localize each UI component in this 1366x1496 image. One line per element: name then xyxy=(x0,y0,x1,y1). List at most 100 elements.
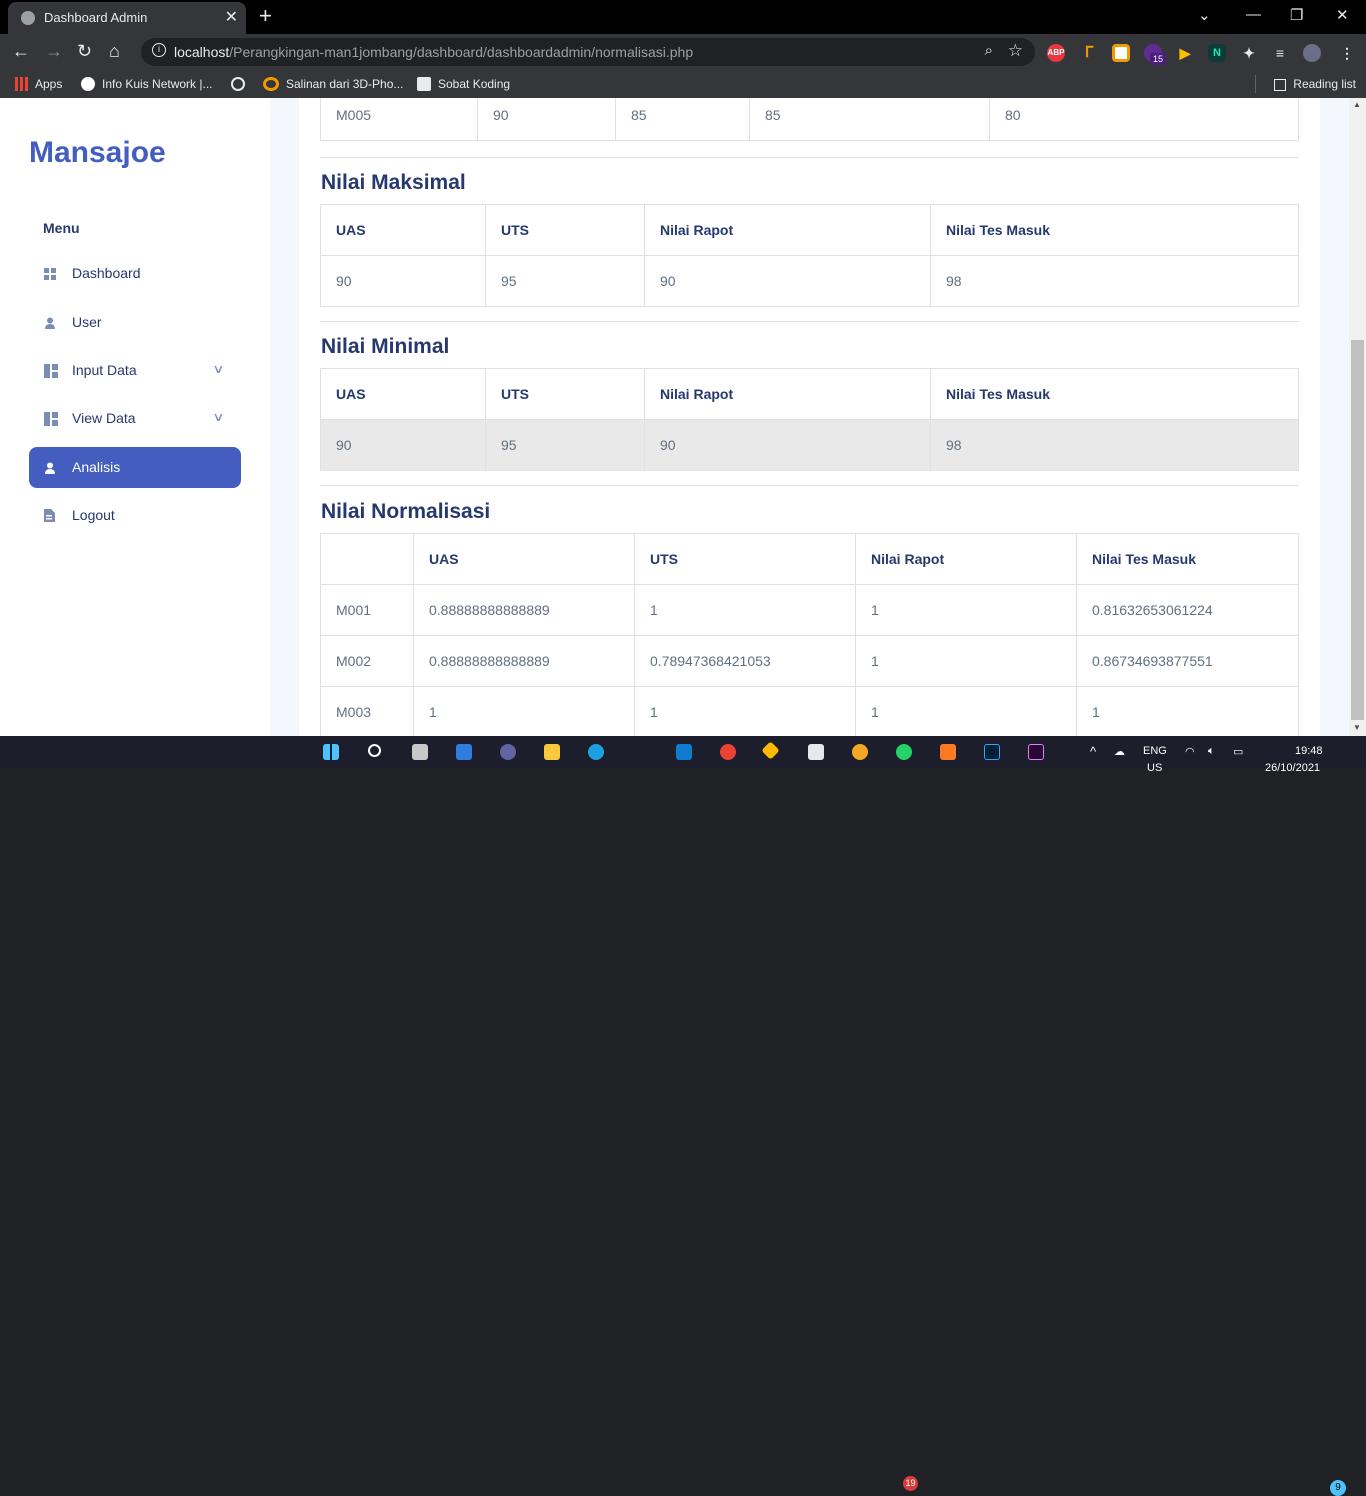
adblock-extension-icon[interactable]: ABP xyxy=(1047,44,1065,62)
table-header-row: UAS UTS Nilai Rapot Nilai Tes Masuk xyxy=(320,204,1299,256)
wordpress-icon xyxy=(81,77,95,91)
clock-time[interactable]: 19:48 xyxy=(1295,745,1323,757)
chevron-down-icon: ∨ xyxy=(212,362,225,376)
scroll-down-arrow-icon[interactable]: ▼ xyxy=(1353,723,1361,732)
volume-icon[interactable]: 🔈︎ xyxy=(1208,745,1215,758)
bookmark-info-kuis[interactable]: Info Kuis Network |... xyxy=(81,77,213,91)
bookmark-salinan[interactable]: Salinan dari 3D-Pho... xyxy=(263,77,403,91)
avatar[interactable] xyxy=(1303,44,1321,62)
table-cell: M005 xyxy=(320,98,478,141)
search-icon[interactable] xyxy=(368,744,381,757)
taskbar: 19 ^ ☁ ENG US ◠ 🔈︎ ▭ 19:48 26/10/2021 9 xyxy=(0,736,1366,1496)
xampp-icon[interactable] xyxy=(940,744,956,760)
column-header: UAS xyxy=(320,204,486,256)
app-icon[interactable] xyxy=(852,744,868,760)
divider xyxy=(320,321,1299,322)
photoshop-icon[interactable] xyxy=(984,744,1000,760)
browser-tab[interactable]: Dashboard Admin ✕ xyxy=(8,2,246,34)
table-cell: 0.78947368421053 xyxy=(634,635,856,687)
cloud-icon[interactable]: ☁ xyxy=(1114,745,1125,758)
nilai-minimal-table: UAS UTS Nilai Rapot Nilai Tes Masuk 90 9… xyxy=(320,368,1299,471)
column-header: Nilai Tes Masuk xyxy=(930,204,1299,256)
file-explorer-icon[interactable] xyxy=(544,744,560,760)
language-indicator[interactable]: ENG xyxy=(1143,745,1167,757)
extension-icon[interactable] xyxy=(1112,44,1130,62)
bookmark-sobat-koding[interactable]: Sobat Koding xyxy=(417,77,510,91)
sidebar-item-analisis[interactable]: Analisis xyxy=(29,447,241,488)
sidebar-item-label: User xyxy=(72,314,102,330)
table-cell: 90 xyxy=(320,419,486,471)
edge-icon[interactable] xyxy=(588,744,604,760)
table-row: M003 1 1 1 1 xyxy=(320,686,1299,736)
sidebar-item-logout[interactable]: Logout xyxy=(29,495,241,536)
close-tab-icon[interactable]: ✕ xyxy=(225,7,238,27)
minimize-button[interactable]: — xyxy=(1246,6,1261,23)
git-icon[interactable] xyxy=(761,741,780,760)
table-cell: 90 xyxy=(644,419,931,471)
extension-icon[interactable]: ᒥ xyxy=(1080,44,1098,62)
person-icon xyxy=(44,316,56,329)
brand-logo[interactable]: Mansajoe xyxy=(29,136,166,170)
scroll-up-arrow-icon[interactable]: ▲ xyxy=(1353,100,1361,109)
close-window-button[interactable]: ✕ xyxy=(1336,6,1349,24)
play-extension-icon[interactable]: ▶ xyxy=(1176,44,1194,62)
column-header: UAS xyxy=(320,368,486,420)
table-header-row: UAS UTS Nilai Rapot Nilai Tes Masuk xyxy=(320,533,1299,585)
sidebar-item-label: Dashboard xyxy=(72,265,141,281)
windows-start-icon[interactable] xyxy=(323,744,339,760)
table-header-row: UAS UTS Nilai Rapot Nilai Tes Masuk xyxy=(320,368,1299,420)
media-icon[interactable]: ≡ xyxy=(1271,44,1289,62)
forward-button[interactable]: → xyxy=(45,41,63,62)
table-cell: M002 xyxy=(320,635,414,687)
info-icon[interactable]: i xyxy=(152,43,166,57)
section-title-nilai-normalisasi: Nilai Normalisasi xyxy=(321,500,491,523)
extension-icon[interactable]: N xyxy=(1208,44,1226,62)
address-bar[interactable]: i localhost/Perangkingan-man1jombang/das… xyxy=(141,38,1035,66)
page-scrollbar[interactable]: ▲ ▼ xyxy=(1349,98,1366,736)
whatsapp-icon[interactable] xyxy=(896,744,912,760)
restore-button[interactable]: ❐ xyxy=(1290,6,1303,24)
app-icon[interactable] xyxy=(808,744,824,760)
home-button[interactable]: ⌂ xyxy=(109,41,120,62)
task-view-icon[interactable] xyxy=(412,744,428,760)
table-row: M002 0.88888888888889 0.78947368421053 1… xyxy=(320,635,1299,687)
table-cell: 98 xyxy=(930,419,1299,471)
bookmark-star-icon[interactable]: ☆ xyxy=(1008,41,1023,61)
table-cell: 0.81632653061224 xyxy=(1076,584,1299,636)
section-title-nilai-minimal: Nilai Minimal xyxy=(321,335,450,358)
vscode-icon[interactable] xyxy=(676,744,692,760)
grid-icon xyxy=(44,267,56,280)
chevron-up-icon[interactable]: ^ xyxy=(1090,744,1096,759)
url-text[interactable]: localhost/Perangkingan-man1jombang/dashb… xyxy=(174,44,693,60)
new-tab-button[interactable]: + xyxy=(259,3,272,29)
teams-chat-icon[interactable] xyxy=(500,744,516,760)
back-button[interactable]: ← xyxy=(12,41,30,62)
sidebar-item-input-data[interactable]: Input Data ∨ xyxy=(29,350,241,391)
premiere-icon[interactable] xyxy=(1028,744,1044,760)
chevron-down-icon[interactable]: ⌄ xyxy=(1198,6,1211,24)
battery-icon[interactable]: ▭ xyxy=(1233,745,1243,758)
chrome-icon[interactable] xyxy=(720,744,736,760)
table-cell: 85 xyxy=(749,98,990,141)
column-header: Nilai Rapot xyxy=(644,204,931,256)
table-cell: 80 xyxy=(989,98,1299,141)
widgets-icon[interactable] xyxy=(456,744,472,760)
column-header: UTS xyxy=(634,533,856,585)
bookmark-globe[interactable] xyxy=(231,77,252,91)
language-region[interactable]: US xyxy=(1147,762,1162,774)
kebab-menu-icon[interactable]: ⋮ xyxy=(1338,44,1356,62)
reading-list-button[interactable]: Reading list xyxy=(1274,77,1356,91)
notification-center-badge[interactable]: 9 xyxy=(1330,1480,1346,1496)
clock-date[interactable]: 26/10/2021 xyxy=(1265,762,1320,774)
layout-icon xyxy=(44,364,58,378)
table-cell: 95 xyxy=(485,419,645,471)
reload-button[interactable]: ↻ xyxy=(77,41,92,62)
sidebar-item-view-data[interactable]: View Data ∨ xyxy=(29,398,241,439)
search-icon[interactable]: ⌕ xyxy=(985,42,993,59)
scrollbar-thumb[interactable] xyxy=(1351,340,1364,720)
wifi-icon[interactable]: ◠ xyxy=(1185,745,1195,758)
sidebar-item-dashboard[interactable]: Dashboard xyxy=(29,253,241,294)
puzzle-icon[interactable]: ✦ xyxy=(1240,44,1258,62)
bookmark-apps[interactable]: Apps xyxy=(15,77,62,91)
sidebar-item-user[interactable]: User xyxy=(29,302,241,343)
